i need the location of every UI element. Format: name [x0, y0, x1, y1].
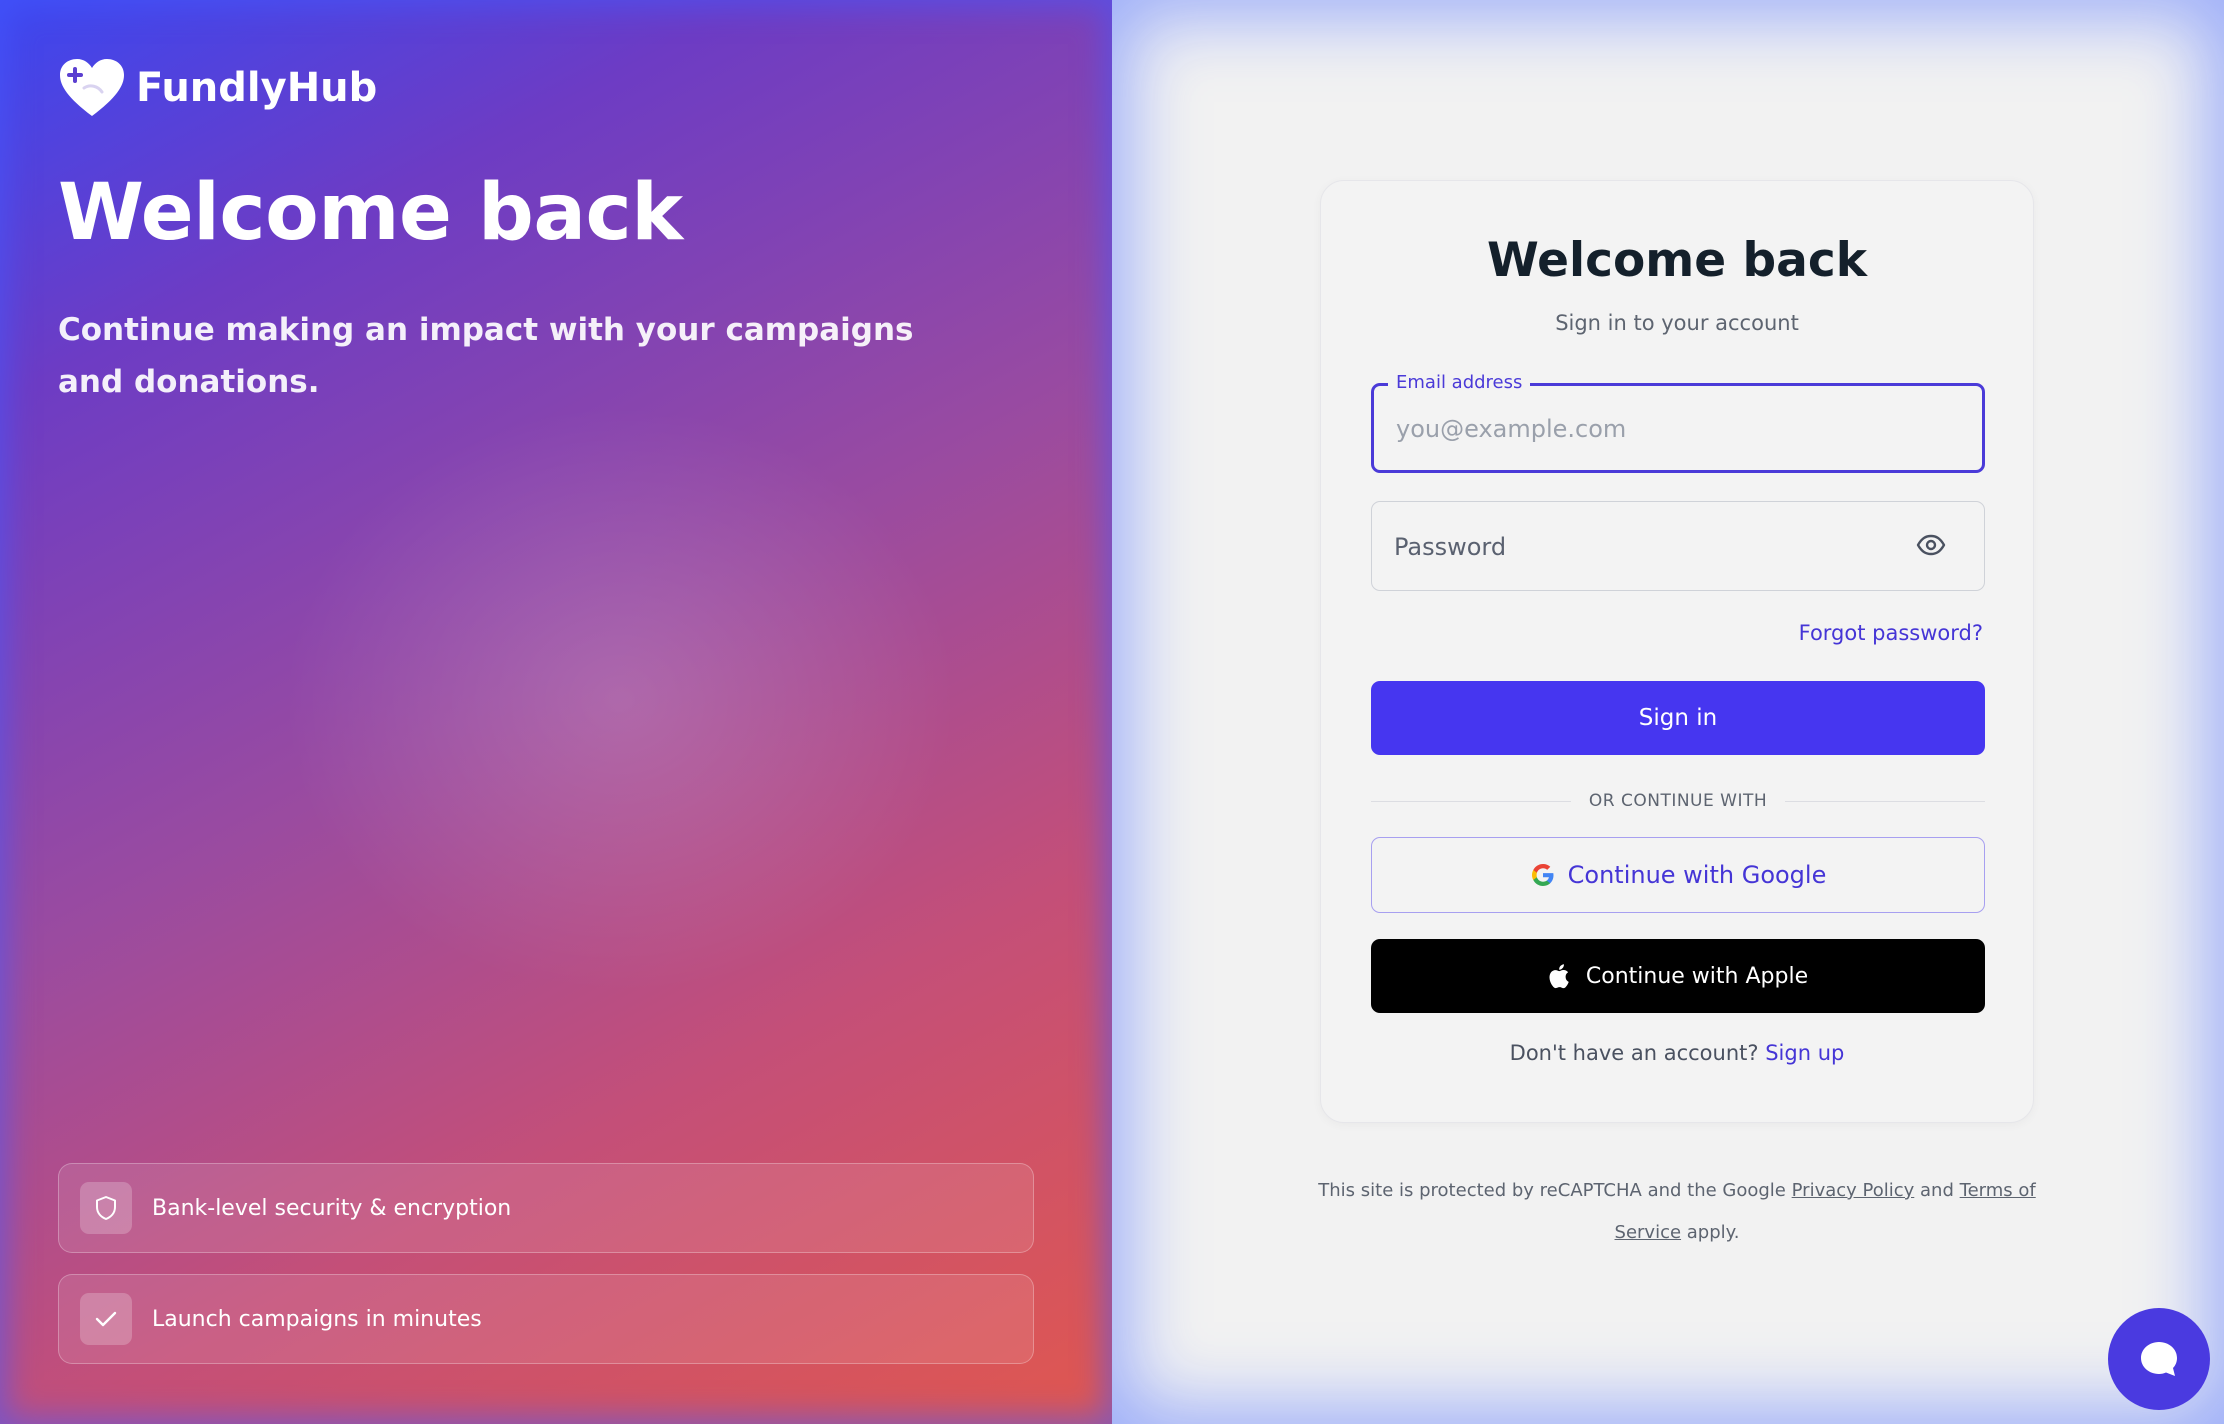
- divider-line: [1371, 800, 1571, 802]
- divider: OR CONTINUE WITH: [1371, 786, 1986, 816]
- hero-panel: FundlyHub Welcome back Continue making a…: [0, 0, 1112, 1424]
- signup-prompt-text: Don't have an account?: [1509, 1041, 1759, 1065]
- google-icon: [1531, 864, 1554, 886]
- recaptcha-notice: This site is protected by reCAPTCHA and …: [1318, 1170, 2036, 1254]
- google-signin-button[interactable]: Continue with Google: [1371, 837, 1985, 913]
- forgot-password-link[interactable]: Forgot password?: [1799, 621, 1983, 645]
- hero-subtitle: Continue making an impact with your camp…: [58, 312, 914, 400]
- sign-in-button[interactable]: Sign in: [1371, 681, 1985, 755]
- apple-signin-button[interactable]: Continue with Apple: [1371, 939, 1985, 1013]
- login-card: Welcome back Sign in to your account Ema…: [1320, 180, 2034, 1123]
- signup-prompt: Don't have an account? Sign up: [1321, 1041, 2033, 1065]
- divider-text: OR CONTINUE WITH: [1588, 791, 1768, 811]
- password-field: [1371, 501, 1985, 592]
- apple-icon: [1549, 964, 1569, 989]
- chat-launcher-button[interactable]: [2108, 1308, 2210, 1410]
- feature-launch: Launch campaigns in minutes: [58, 1274, 1034, 1364]
- hero-title: Welcome back: [58, 168, 683, 258]
- feature-security: Bank-level security & encryption: [58, 1163, 1034, 1253]
- email-input[interactable]: [1394, 386, 1938, 472]
- check-icon: [80, 1293, 132, 1345]
- chat-bubble-icon: [2141, 1342, 2177, 1376]
- password-input[interactable]: [1392, 502, 1936, 592]
- legal-suffix: apply.: [1686, 1222, 1740, 1243]
- brand-logo[interactable]: FundlyHub: [58, 58, 377, 118]
- login-subtitle: Sign in to your account: [1555, 311, 1799, 335]
- brand-name: FundlyHub: [136, 65, 378, 111]
- heart-plus-icon: [60, 59, 124, 116]
- feature-label: Bank-level security & encryption: [152, 1195, 512, 1221]
- eye-icon[interactable]: [1916, 533, 1946, 557]
- sign-up-link[interactable]: Sign up: [1765, 1041, 1844, 1065]
- login-title: Welcome back: [1487, 233, 1867, 288]
- privacy-policy-link[interactable]: Privacy Policy: [1792, 1180, 1915, 1201]
- feature-label: Launch campaigns in minutes: [152, 1306, 482, 1332]
- email-field: Email address: [1371, 372, 1985, 473]
- google-button-label: Continue with Google: [1567, 861, 1827, 889]
- shield-icon: [80, 1182, 132, 1234]
- legal-and: and: [1920, 1180, 1954, 1201]
- divider-line: [1785, 800, 1986, 802]
- legal-prefix: This site is protected by reCAPTCHA and …: [1318, 1180, 1786, 1201]
- apple-button-label: Continue with Apple: [1585, 963, 1809, 989]
